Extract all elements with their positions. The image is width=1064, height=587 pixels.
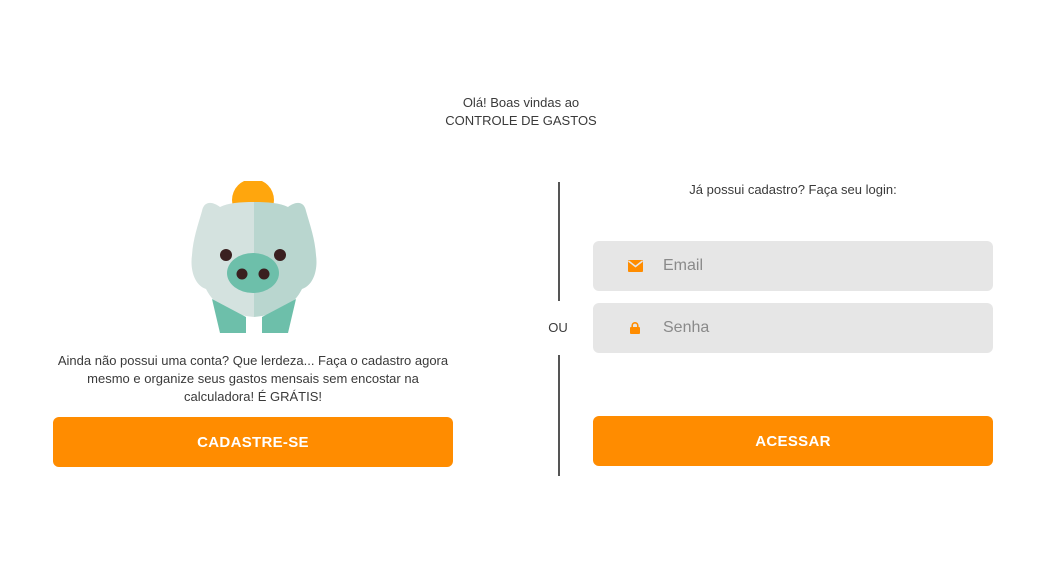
password-field[interactable] xyxy=(593,303,993,353)
login-prompt: Já possui cadastro? Faça seu login: xyxy=(689,182,897,197)
divider-line-top xyxy=(558,182,560,301)
email-field[interactable] xyxy=(593,241,993,291)
divider-line-bottom xyxy=(558,355,560,476)
divider-label: OU xyxy=(548,320,568,335)
envelope-icon xyxy=(627,258,643,274)
login-page: Olá! Boas vindas ao CONTROLE DE GASTOS A… xyxy=(0,0,1064,587)
lock-icon xyxy=(627,320,643,336)
login-button[interactable]: ACESSAR xyxy=(593,416,993,466)
signup-description: Ainda não possui uma conta? Que lerdeza.… xyxy=(57,353,449,404)
welcome-line-1: Olá! Boas vindas ao xyxy=(462,95,580,110)
signup-button[interactable]: CADASTRE-SE xyxy=(53,417,453,467)
email-input[interactable] xyxy=(661,256,977,276)
password-input[interactable] xyxy=(661,318,977,338)
welcome-line-2: CONTROLE DE GASTOS xyxy=(445,113,597,128)
piggy-bank-icon xyxy=(191,181,317,333)
welcome-heading: Olá! Boas vindas ao CONTROLE DE GASTOS xyxy=(0,94,1042,130)
